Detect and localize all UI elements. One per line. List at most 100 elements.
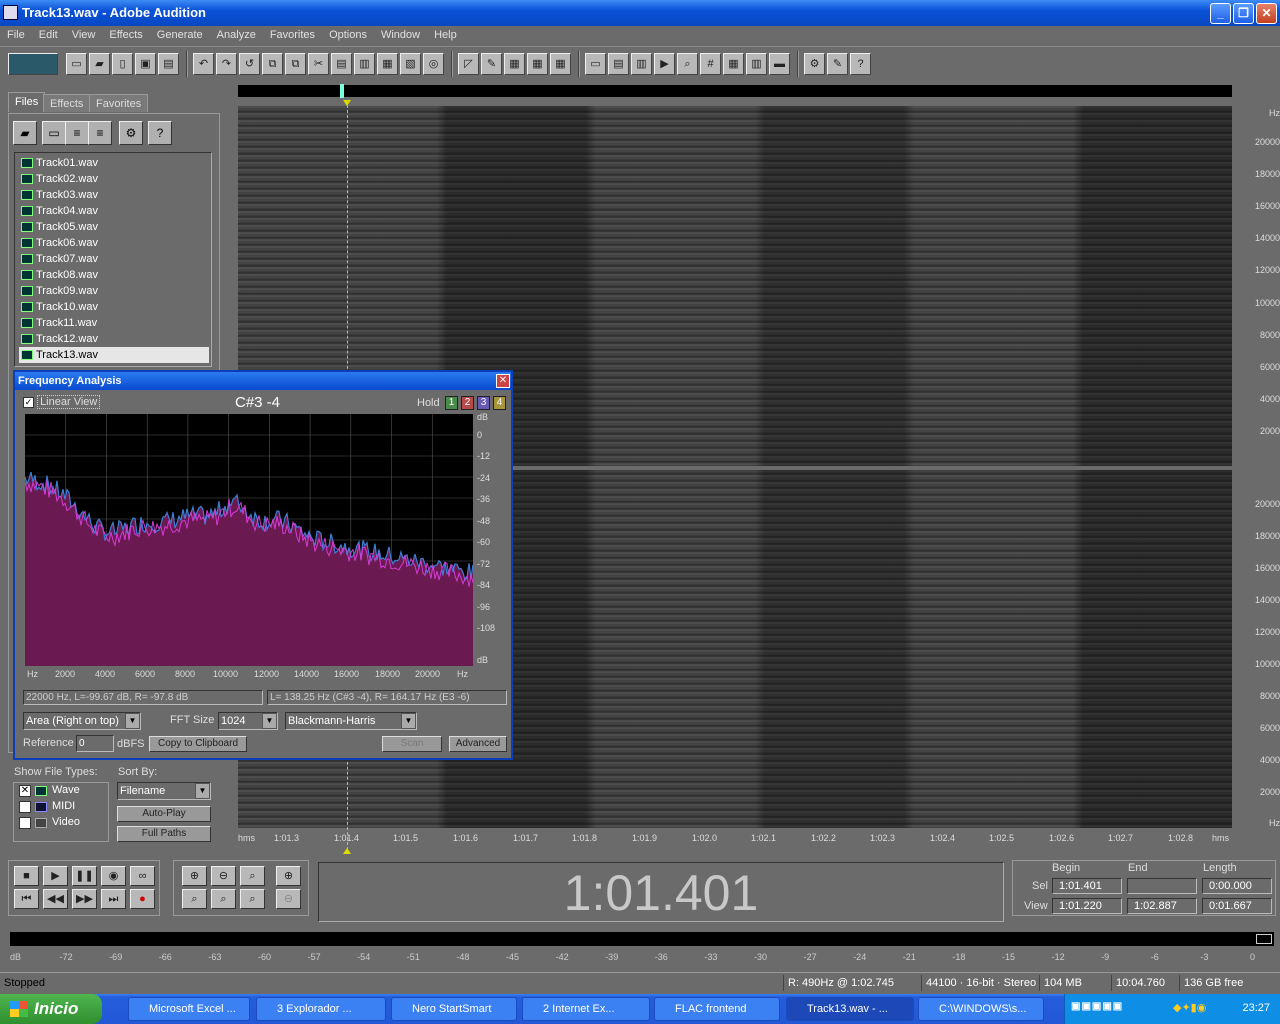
cut-icon[interactable]: ✂ bbox=[308, 53, 329, 75]
hold-button-1[interactable]: 1 bbox=[445, 396, 458, 410]
list-item[interactable]: Track04.wav bbox=[19, 203, 209, 219]
loop-icon[interactable]: ∞ bbox=[130, 866, 155, 886]
task-internet-explorer[interactable]: 2 Internet Ex... bbox=[522, 997, 650, 1021]
undo-icon[interactable]: ↶ bbox=[193, 53, 214, 75]
fft-size-select[interactable]: 1024 ▼ bbox=[218, 712, 278, 730]
record-icon[interactable]: ● bbox=[130, 889, 155, 909]
time-format-icon[interactable]: # bbox=[700, 53, 721, 75]
list-item[interactable]: Track02.wav bbox=[19, 171, 209, 187]
play-to-end-icon[interactable]: ◉ bbox=[101, 866, 126, 886]
options-icon[interactable]: ⚙ bbox=[119, 121, 143, 145]
zoom-out-vertical-icon[interactable]: ⊖ bbox=[276, 889, 301, 909]
hold-button-2[interactable]: 2 bbox=[461, 396, 474, 410]
close-file-icon[interactable]: ▯ bbox=[112, 53, 133, 75]
ruler-icon[interactable]: ▬ bbox=[769, 53, 790, 75]
pause-icon[interactable]: ❚❚ bbox=[72, 866, 97, 886]
close-icon[interactable]: ✕ bbox=[496, 374, 510, 388]
window-function-select[interactable]: Blackmann-Harris ▼ bbox=[285, 712, 417, 730]
task-explorer[interactable]: 3 Explorador ... bbox=[256, 997, 386, 1021]
wave-checkbox[interactable]: ✕ bbox=[19, 785, 31, 797]
zoom-icon[interactable]: ⌕ bbox=[677, 53, 698, 75]
tray-status-icons[interactable]: ◆✦▮◉ bbox=[1173, 1001, 1233, 1017]
view-end-field[interactable]: 1:02.887 bbox=[1127, 898, 1197, 914]
settings-icon[interactable]: ⚙ bbox=[804, 53, 825, 75]
close-file-icon[interactable]: ▭ bbox=[42, 121, 66, 145]
sort-by-select[interactable]: Filename ▼ bbox=[117, 782, 211, 800]
sel-begin-field[interactable]: 1:01.401 bbox=[1052, 878, 1122, 894]
list-item[interactable]: Track07.wav bbox=[19, 251, 209, 267]
go-to-start-icon[interactable]: ⏮ bbox=[14, 889, 39, 909]
linear-view-checkbox[interactable]: ✓ bbox=[23, 396, 34, 408]
trim-icon[interactable]: ▧ bbox=[400, 53, 421, 75]
zoom-selection-icon[interactable]: ⌕ bbox=[240, 889, 265, 909]
fast-forward-icon[interactable]: ▶▶ bbox=[72, 889, 97, 909]
spectral-view-icon[interactable]: ▤ bbox=[608, 53, 629, 75]
task-cmd[interactable]: C:\WINDOWS\s... bbox=[918, 997, 1044, 1021]
paste-new-icon[interactable]: ▥ bbox=[354, 53, 375, 75]
linear-view-toggle[interactable]: ✓ Linear View bbox=[23, 395, 101, 409]
frequency-plot[interactable] bbox=[25, 414, 473, 666]
list-item[interactable]: Track01.wav bbox=[19, 155, 209, 171]
advanced-button[interactable]: Advanced bbox=[449, 736, 507, 752]
copy-new-icon[interactable]: ⧉ bbox=[285, 53, 306, 75]
new-file-icon[interactable]: ▭ bbox=[66, 53, 87, 75]
save-icon[interactable]: ▣ bbox=[135, 53, 156, 75]
close-button[interactable]: ✕ bbox=[1256, 3, 1277, 24]
tab-favorites[interactable]: Favorites bbox=[89, 94, 149, 112]
play-icon[interactable]: ▶ bbox=[43, 866, 68, 886]
menu-edit[interactable]: Edit bbox=[32, 26, 65, 44]
zoom-out-icon[interactable]: ⊖ bbox=[211, 866, 236, 886]
overview-bar[interactable] bbox=[238, 85, 1232, 97]
view-length-field[interactable]: 0:01.667 bbox=[1202, 898, 1272, 914]
video-checkbox[interactable] bbox=[19, 817, 31, 829]
menu-file[interactable]: File bbox=[0, 26, 32, 44]
menu-effects[interactable]: Effects bbox=[102, 26, 149, 44]
list-item[interactable]: Track09.wav bbox=[19, 283, 209, 299]
list-item[interactable]: Track08.wav bbox=[19, 267, 209, 283]
waveform-view-icon[interactable]: ▭ bbox=[585, 53, 606, 75]
go-to-end-icon[interactable]: ⏭ bbox=[101, 889, 126, 909]
midi-checkbox[interactable] bbox=[19, 801, 31, 813]
list-item[interactable]: Track05.wav bbox=[19, 219, 209, 235]
view-begin-field[interactable]: 1:01.220 bbox=[1052, 898, 1122, 914]
stop-icon[interactable]: ■ bbox=[14, 866, 39, 886]
pan-view-icon[interactable]: ▥ bbox=[631, 53, 652, 75]
menu-view[interactable]: View bbox=[65, 26, 103, 44]
script-icon[interactable]: ✎ bbox=[827, 53, 848, 75]
grid2-icon[interactable]: ▦ bbox=[527, 53, 548, 75]
save-all-icon[interactable]: ▤ bbox=[158, 53, 179, 75]
sel-end-field[interactable] bbox=[1127, 878, 1197, 894]
zoom-full-icon[interactable]: ⌕ bbox=[240, 866, 265, 886]
task-flac-frontend[interactable]: FLAC frontend bbox=[654, 997, 780, 1021]
tab-effects[interactable]: Effects bbox=[43, 94, 91, 112]
repeat-icon[interactable]: ↺ bbox=[239, 53, 260, 75]
tab-files[interactable]: Files bbox=[8, 92, 46, 112]
overview-marker[interactable] bbox=[340, 84, 344, 98]
zoom-in-vertical-icon[interactable]: ⊕ bbox=[276, 866, 301, 886]
mix-paste-icon[interactable]: ▦ bbox=[377, 53, 398, 75]
open-file-icon[interactable]: ▰ bbox=[89, 53, 110, 75]
task-nero[interactable]: Nero StartSmart bbox=[391, 997, 517, 1021]
tray-icons[interactable]: ▣▣▣▣▣ bbox=[1071, 1001, 1163, 1017]
list-item[interactable]: Track11.wav bbox=[19, 315, 209, 331]
copy-icon[interactable]: ⧉ bbox=[262, 53, 283, 75]
list-item-selected[interactable]: Track13.wav bbox=[19, 347, 209, 363]
cd-icon[interactable]: ▦ bbox=[723, 53, 744, 75]
help-icon[interactable]: ? bbox=[148, 121, 172, 145]
envelope-icon[interactable]: ◸ bbox=[458, 53, 479, 75]
clip-indicator[interactable] bbox=[1256, 934, 1272, 944]
full-paths-button[interactable]: Full Paths bbox=[117, 826, 211, 842]
menu-favorites[interactable]: Favorites bbox=[263, 26, 322, 44]
zoom-right-icon[interactable]: ⌕ bbox=[211, 889, 236, 909]
insert-icon[interactable]: ≡ bbox=[65, 121, 89, 145]
auto-play-button[interactable]: Auto-Play bbox=[117, 806, 211, 822]
paste-icon[interactable]: ▤ bbox=[331, 53, 352, 75]
reference-input[interactable]: 0 bbox=[76, 735, 114, 752]
copy-to-clipboard-button[interactable]: Copy to Clipboard bbox=[149, 736, 247, 752]
menu-help[interactable]: Help bbox=[427, 26, 464, 44]
help-icon[interactable]: ? bbox=[850, 53, 871, 75]
time-ruler[interactable]: hms 1:01.3 1:01.4 1:01.5 1:01.6 1:01.7 1… bbox=[238, 830, 1232, 848]
pencil-icon[interactable]: ✎ bbox=[481, 53, 502, 75]
grid3-icon[interactable]: ▦ bbox=[550, 53, 571, 75]
list-item[interactable]: Track10.wav bbox=[19, 299, 209, 315]
